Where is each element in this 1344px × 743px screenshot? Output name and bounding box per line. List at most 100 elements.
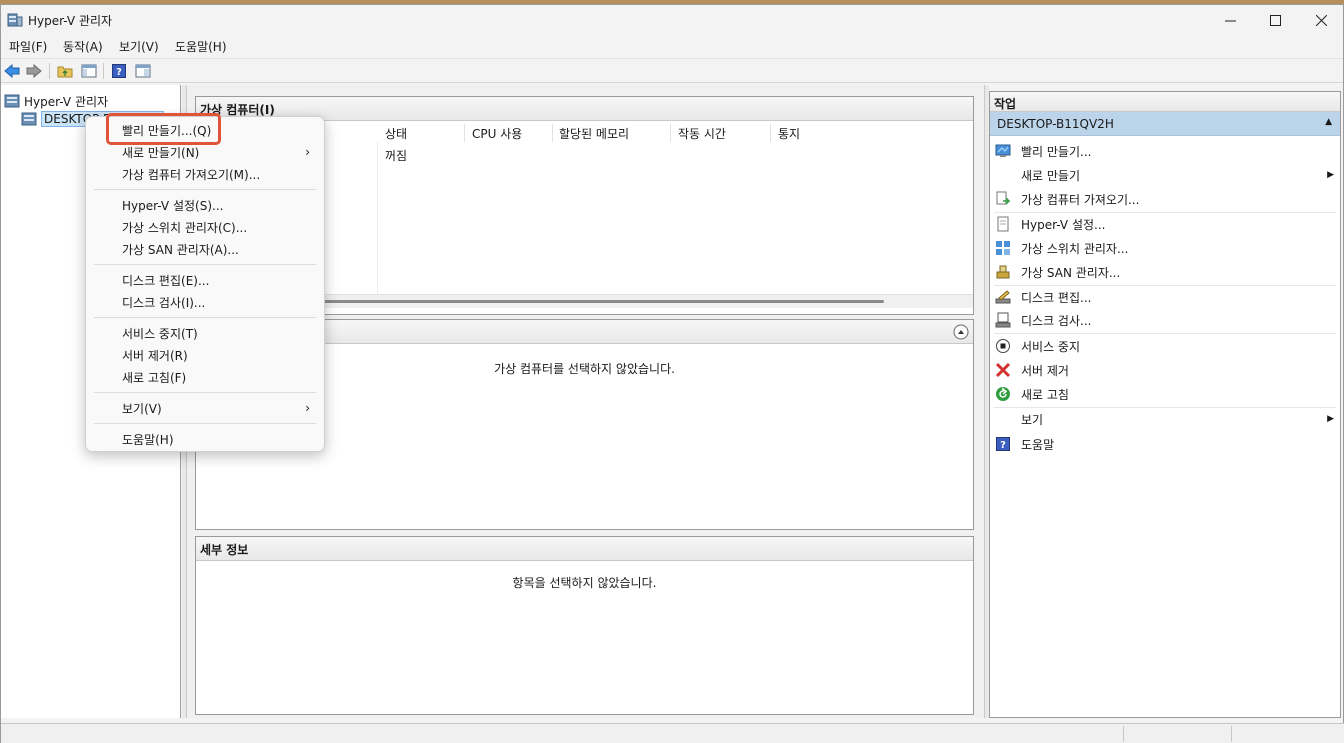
ctx-separator	[94, 264, 316, 265]
action-help[interactable]: ? 도움말	[990, 433, 1340, 455]
toolbar: ?	[1, 58, 1343, 83]
action-quick-create[interactable]: 빨리 만들기...	[990, 140, 1340, 162]
minimize-icon	[1224, 20, 1236, 21]
show-hide-action-pane-button[interactable]	[134, 62, 152, 80]
column-uptime[interactable]: 작동 시간	[678, 124, 726, 142]
action-remove-server[interactable]: 서버 제거	[990, 359, 1340, 381]
ctx-label: 가상 SAN 관리자(A)...	[122, 242, 239, 257]
action-label: 디스크 검사...	[1021, 313, 1092, 328]
ctx-edit-disk[interactable]: 디스크 편집(E)...	[86, 269, 324, 291]
collapse-button[interactable]	[953, 324, 969, 340]
column-state[interactable]: 상태	[385, 124, 407, 142]
menu-action[interactable]: 동작(A)	[63, 38, 103, 55]
virtual-san-icon	[995, 264, 1011, 280]
quick-create-highlight	[106, 113, 221, 145]
ctx-import-vm[interactable]: 가상 컴퓨터 가져오기(M)...	[86, 163, 324, 185]
details-panel: 세부 정보 항목을 선택하지 않았습니다.	[195, 536, 974, 715]
action-inspect-disk[interactable]: 디스크 검사...	[990, 309, 1340, 331]
toolbar-separator	[103, 63, 104, 79]
status-divider	[1231, 726, 1232, 742]
quick-create-icon	[995, 143, 1011, 159]
ctx-label: 서비스 중지(T)	[122, 326, 198, 341]
ctx-remove-server[interactable]: 서버 제거(R)	[86, 344, 324, 366]
action-stop-service[interactable]: 서비스 중지	[990, 335, 1340, 357]
action-virtual-san-manager[interactable]: 가상 SAN 관리자...	[990, 261, 1340, 283]
column-memory[interactable]: 할당된 메모리	[559, 124, 629, 142]
toolbar-separator	[49, 63, 50, 79]
up-folder-button[interactable]	[56, 62, 74, 80]
action-label: 도움말	[1021, 437, 1055, 452]
action-label: 새로 고침	[1021, 387, 1069, 402]
actions-separator	[994, 333, 1336, 334]
ctx-inspect-disk[interactable]: 디스크 검사(I)...	[86, 291, 324, 313]
hyperv-manager-icon	[4, 93, 20, 109]
action-import-vm[interactable]: 가상 컴퓨터 가져오기...	[990, 188, 1340, 210]
actions-group-header[interactable]: DESKTOP-B11QV2H ▲	[990, 112, 1340, 136]
edit-disk-icon	[995, 289, 1011, 305]
ctx-label: 새로 만들기(N)	[122, 145, 200, 160]
ctx-virtual-san-manager[interactable]: 가상 SAN 관리자(A)...	[86, 238, 324, 260]
ctx-separator	[94, 423, 316, 424]
menu-file[interactable]: 파일(F)	[9, 38, 47, 55]
close-button[interactable]	[1298, 5, 1344, 35]
no-item-selected-message: 항목을 선택하지 않았습니다.	[512, 576, 657, 590]
ctx-label: 서버 제거(R)	[122, 348, 188, 363]
show-hide-console-tree-button[interactable]	[80, 62, 98, 80]
actions-group-label: DESKTOP-B11QV2H	[997, 117, 1114, 131]
ctx-virtual-switch-manager[interactable]: 가상 스위치 관리자(C)...	[86, 216, 324, 238]
tree-item-hyperv-manager[interactable]: Hyper-V 관리자	[4, 92, 108, 110]
action-pane-icon	[135, 64, 151, 78]
minimize-button[interactable]	[1207, 5, 1253, 35]
actions-pane: 작업 DESKTOP-B11QV2H ▲ 빨리 만들기... 새로 만들기 ▶ …	[989, 91, 1341, 718]
help-icon: ?	[995, 436, 1011, 452]
action-virtual-switch-manager[interactable]: 가상 스위치 관리자...	[990, 237, 1340, 259]
forward-arrow-icon	[26, 64, 42, 78]
action-label: Hyper-V 설정...	[1021, 217, 1106, 232]
column-divider	[464, 124, 465, 142]
tree-item-label: Hyper-V 관리자	[24, 94, 109, 109]
scrollbar-thumb[interactable]	[316, 300, 884, 303]
help-icon: ?	[112, 64, 126, 78]
column-guide	[377, 142, 378, 294]
back-arrow-icon	[4, 64, 20, 78]
server-icon	[21, 111, 37, 127]
close-icon	[1315, 14, 1327, 26]
actions-title: 작업	[990, 92, 1340, 112]
column-cpu[interactable]: CPU 사용	[472, 124, 522, 142]
submenu-arrow-icon: ▶	[1327, 414, 1334, 424]
ctx-hyperv-settings[interactable]: Hyper-V 설정(S)...	[86, 194, 324, 216]
action-refresh[interactable]: 새로 고침	[990, 383, 1340, 405]
action-hyperv-settings[interactable]: Hyper-V 설정...	[990, 213, 1340, 235]
menu-view[interactable]: 보기(V)	[119, 38, 159, 55]
action-label: 가상 스위치 관리자...	[1021, 241, 1129, 256]
action-label: 서버 제거	[1021, 363, 1069, 378]
action-label: 가상 컴퓨터 가져오기...	[1021, 192, 1140, 207]
menu-help[interactable]: 도움말(H)	[175, 38, 227, 55]
inspect-disk-icon	[995, 312, 1011, 328]
column-status[interactable]: 통지	[778, 124, 800, 142]
ctx-label: 보기(V)	[122, 401, 162, 416]
ctx-refresh[interactable]: 새로 고침(F)	[86, 366, 324, 388]
action-label: 새로 만들기	[1021, 168, 1081, 183]
back-button[interactable]	[3, 62, 21, 80]
collapse-up-icon	[953, 324, 969, 340]
console-tree-icon	[81, 64, 97, 78]
maximize-button[interactable]	[1252, 5, 1298, 35]
ctx-help[interactable]: 도움말(H)	[86, 428, 324, 450]
maximize-icon	[1269, 14, 1281, 26]
forward-button[interactable]	[25, 62, 43, 80]
remove-server-icon	[995, 362, 1011, 378]
collapse-triangle-icon: ▲	[1325, 117, 1332, 127]
action-edit-disk[interactable]: 디스크 편집...	[990, 286, 1340, 308]
help-toolbar-button[interactable]: ?	[110, 62, 128, 80]
ctx-separator	[94, 392, 316, 393]
ctx-stop-service[interactable]: 서비스 중지(T)	[86, 322, 324, 344]
ctx-separator	[94, 189, 316, 190]
virtual-switch-icon	[995, 240, 1011, 256]
vm-row-state[interactable]: 꺼짐	[385, 147, 407, 164]
svg-text:?: ?	[116, 67, 122, 78]
column-divider	[770, 124, 771, 142]
action-view[interactable]: 보기 ▶	[990, 408, 1340, 430]
ctx-view[interactable]: 보기(V) ›	[86, 397, 324, 419]
action-new[interactable]: 새로 만들기 ▶	[990, 164, 1340, 186]
